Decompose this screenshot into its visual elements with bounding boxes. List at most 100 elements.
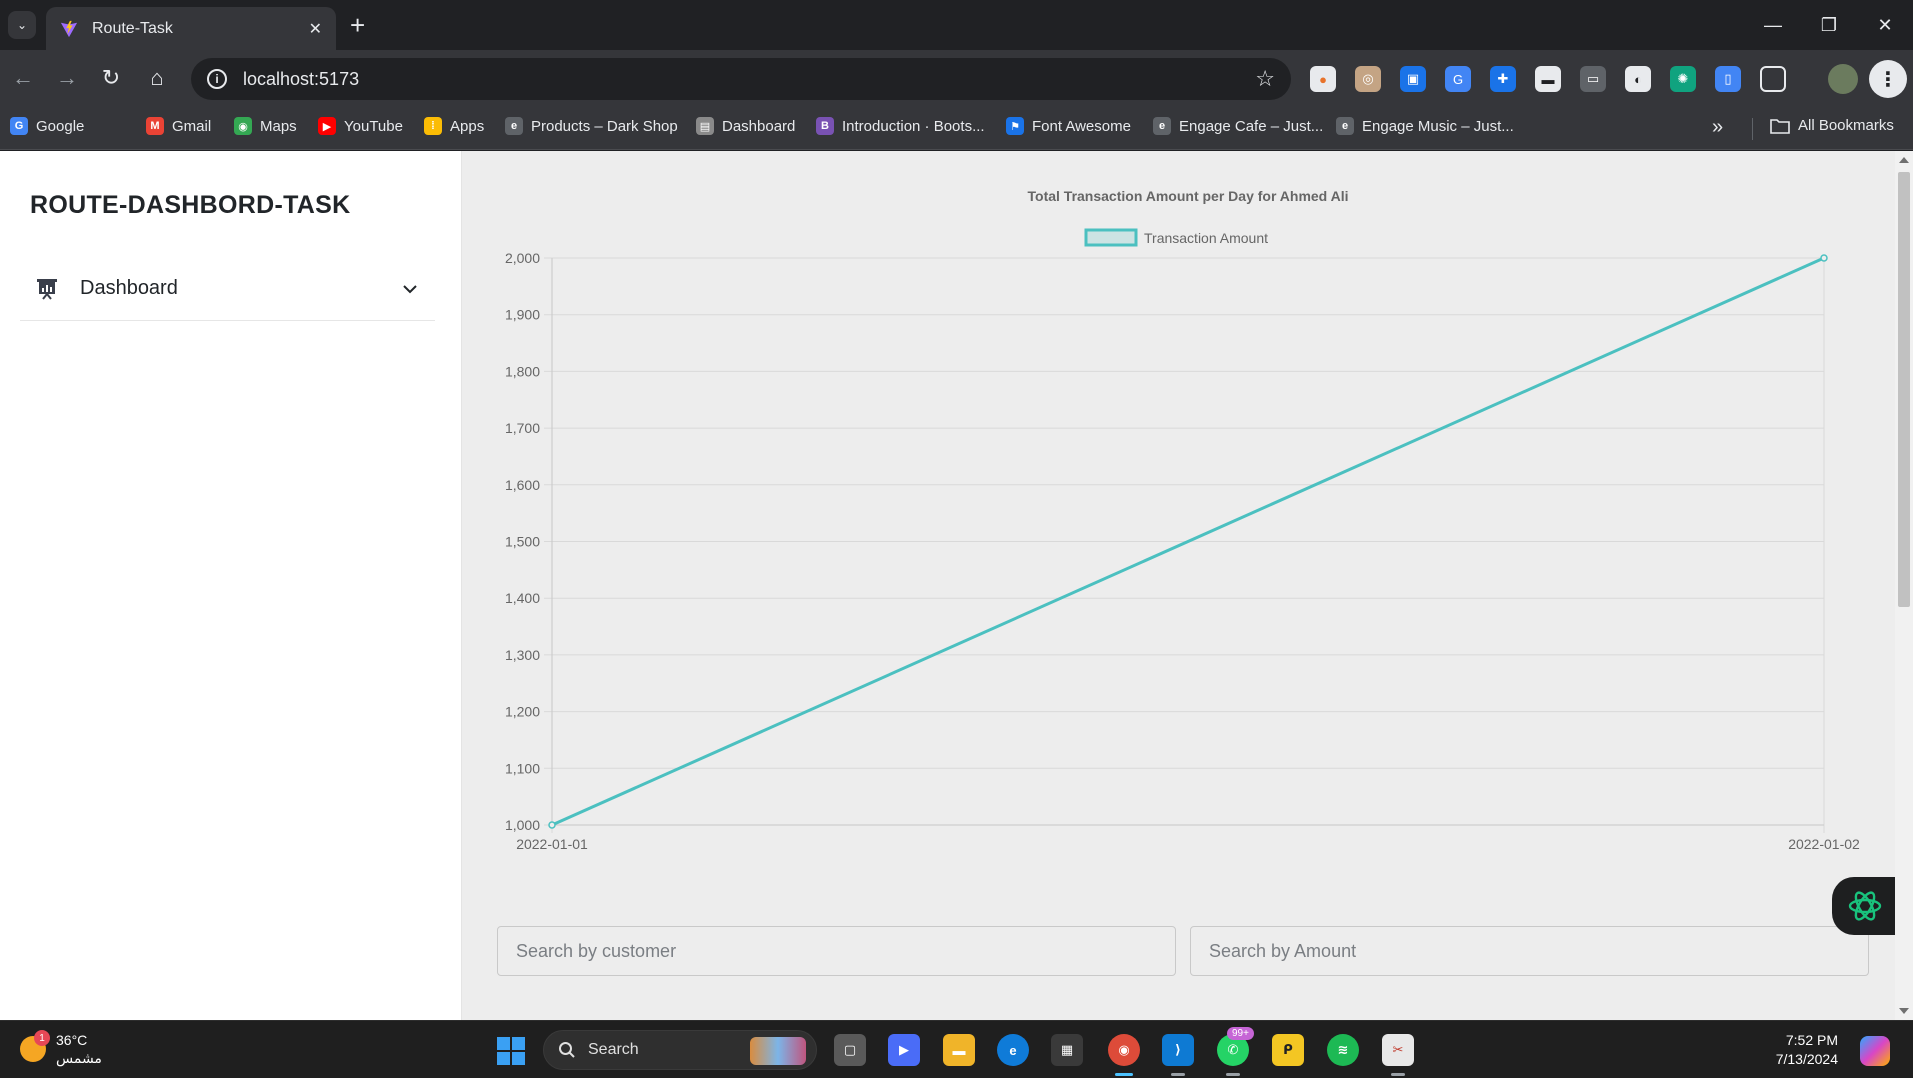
file-explorer-icon[interactable]: ▬ <box>943 1034 975 1066</box>
profile-avatar[interactable] <box>1828 64 1858 94</box>
bookmarks-bar: G Google M Gmail ◉ Maps ▶ YouTube ⁞ Apps e Pro… <box>0 108 1913 150</box>
google-icon: G <box>10 117 28 135</box>
x-tick-label: 2022-01-02 <box>1788 836 1860 852</box>
copilot-icon[interactable] <box>1860 1036 1890 1066</box>
browser-menu-icon[interactable]: ⋮ <box>1869 60 1907 98</box>
anydesk-icon[interactable]: ᑭ <box>1272 1034 1304 1066</box>
more-bookmarks-icon[interactable]: » <box>1712 116 1723 139</box>
chrome-active-indicator <box>1115 1073 1133 1076</box>
page-scrollbar[interactable] <box>1895 151 1913 1020</box>
chrome-icon[interactable]: ◉ <box>1108 1034 1140 1066</box>
page-icon: ▤ <box>696 117 714 135</box>
chatgpt-icon[interactable]: ✺ <box>1670 66 1696 92</box>
bookmark-item[interactable]: ⚑ Font Awesome <box>1006 117 1131 135</box>
extension-icon[interactable]: ▬ <box>1535 66 1561 92</box>
sidebar: ROUTE-DASHBORD-TASK Dashboard <box>0 151 462 1020</box>
y-tick-label: 1,800 <box>505 363 540 379</box>
extension-icon[interactable]: ◎ <box>1355 66 1381 92</box>
y-tick-label: 2,000 <box>505 250 540 266</box>
snipping-tool-icon[interactable]: ✂ <box>1382 1034 1414 1066</box>
reload-icon[interactable]: ↻ <box>96 65 126 91</box>
y-tick-label: 1,100 <box>505 760 540 776</box>
scrollbar-thumb[interactable] <box>1898 172 1910 607</box>
extension-icon[interactable]: ◐ <box>1625 66 1651 92</box>
restore-icon[interactable]: ❐ <box>1801 0 1857 50</box>
snipping-running-indicator <box>1391 1073 1405 1076</box>
chart-title: Total Transaction Amount per Day for Ahm… <box>1028 188 1349 204</box>
extensions-icon[interactable] <box>1760 66 1786 92</box>
browser-toolbar: ← → ↻ ⌂ i localhost:5173 ☆ ● ◎ ▣ G ✚ ▬ ▭… <box>0 50 1913 108</box>
minimize-icon[interactable]: — <box>1745 0 1801 50</box>
bookmark-item[interactable]: e Engage Cafe – Just... <box>1153 117 1323 135</box>
taskbar-search[interactable]: Search <box>543 1030 817 1070</box>
bookmark-item[interactable]: ◉ Maps <box>234 117 297 135</box>
new-tab-button[interactable]: + <box>350 12 365 38</box>
bookmark-item[interactable]: ⁞ Apps <box>424 117 484 135</box>
data-point <box>1820 254 1828 262</box>
home-icon[interactable]: ⌂ <box>142 65 172 91</box>
whatsapp-running-indicator <box>1226 1073 1240 1076</box>
bookmark-star-icon[interactable]: ☆ <box>1255 66 1275 92</box>
search-highlight-art <box>750 1037 806 1065</box>
close-tab-icon[interactable]: ✕ <box>309 19 322 39</box>
globe-icon: e <box>1336 117 1354 135</box>
forward-icon[interactable]: → <box>52 65 82 91</box>
all-bookmarks-button[interactable]: All Bookmarks <box>1770 117 1894 134</box>
vite-icon <box>60 20 78 37</box>
windows-taskbar: 1 36°C مشمس Search ▢ ▶ ▬ e ▦ ◉ ⟩ ✆ 99+ ᑭ… <box>0 1020 1913 1078</box>
chatgpt-floating-button[interactable] <box>1832 877 1898 935</box>
cast-icon[interactable]: ▭ <box>1580 66 1606 92</box>
scroll-down-icon[interactable] <box>1899 1008 1909 1014</box>
microsoft-store-icon[interactable]: ▦ <box>1051 1034 1083 1066</box>
close-window-icon[interactable]: ✕ <box>1857 0 1913 50</box>
address-bar[interactable]: i localhost:5173 ☆ <box>191 58 1291 100</box>
y-tick-label: 1,000 <box>505 817 540 833</box>
folder-icon <box>1770 118 1790 134</box>
brand-title: ROUTE-DASHBORD-TASK <box>30 191 351 219</box>
whatsapp-badge: 99+ <box>1227 1027 1254 1040</box>
vscode-icon[interactable]: ⟩ <box>1162 1034 1194 1066</box>
window-controls: — ❐ ✕ <box>1745 0 1913 50</box>
notification-badge: 1 <box>34 1030 50 1046</box>
bookmark-item[interactable]: e Engage Music – Just... <box>1336 117 1514 135</box>
chevron-down-icon[interactable] <box>401 280 419 298</box>
y-tick-label: 1,200 <box>505 704 540 720</box>
extension-icon[interactable]: ▯ <box>1715 66 1741 92</box>
site-info-icon[interactable]: i <box>207 69 227 89</box>
y-tick-label: 1,300 <box>505 647 540 663</box>
system-clock[interactable]: 7:52 PM 7/13/2024 <box>1756 1031 1838 1069</box>
weather-widget[interactable]: 1 36°C مشمس <box>20 1030 102 1067</box>
puzzle-piece-icon[interactable]: ✚ <box>1490 66 1516 92</box>
url-text: localhost:5173 <box>243 68 360 89</box>
bookmark-item[interactable]: ▶ YouTube <box>318 117 403 135</box>
edge-icon[interactable]: e <box>997 1034 1029 1066</box>
tab-title: Route-Task <box>92 19 173 37</box>
spotify-icon[interactable]: ≋ <box>1327 1034 1359 1066</box>
scroll-up-icon[interactable] <box>1899 157 1909 163</box>
windows-start-icon[interactable] <box>497 1037 525 1065</box>
bookmark-item[interactable]: B Introduction · Boots... <box>816 117 985 135</box>
zoom-icon[interactable]: ▶ <box>888 1034 920 1066</box>
bookmark-item[interactable]: G Google <box>10 117 84 135</box>
screen-capture-icon[interactable]: ▣ <box>1400 66 1426 92</box>
search-customer-input[interactable] <box>497 926 1176 976</box>
sidebar-item-label: Dashboard <box>80 277 178 299</box>
clock-time: 7:52 PM <box>1785 1032 1838 1048</box>
task-view-icon[interactable]: ▢ <box>834 1034 866 1066</box>
bookmark-item[interactable]: ▤ Dashboard <box>696 117 795 135</box>
tab-search-button[interactable]: ⌄ <box>8 11 36 39</box>
sidebar-item-dashboard[interactable]: Dashboard <box>20 257 435 321</box>
extension-icon[interactable]: ● <box>1310 66 1336 92</box>
back-icon[interactable]: ← <box>8 65 38 91</box>
font-awesome-icon: ⚑ <box>1006 117 1024 135</box>
y-tick-label: 1,900 <box>505 307 540 323</box>
search-amount-input[interactable] <box>1190 926 1869 976</box>
translate-icon[interactable]: G <box>1445 66 1471 92</box>
search-icon <box>559 1042 575 1058</box>
youtube-icon: ▶ <box>318 117 336 135</box>
taskbar-search-label: Search <box>588 1041 639 1058</box>
browser-tab[interactable]: Route-Task ✕ <box>46 7 336 50</box>
bookmark-item[interactable]: M Gmail <box>146 117 211 135</box>
bookmark-item[interactable]: e Products – Dark Shop <box>505 117 678 135</box>
x-tick-label: 2022-01-01 <box>516 836 588 852</box>
